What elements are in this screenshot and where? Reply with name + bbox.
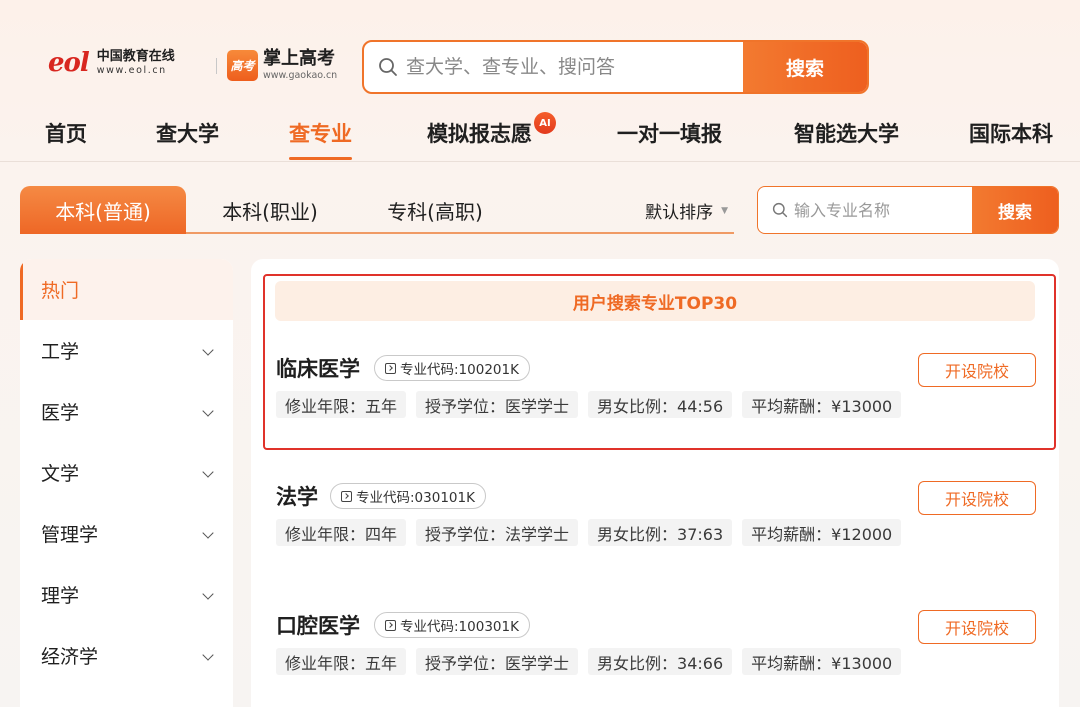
major-search: 搜索: [757, 186, 1059, 234]
major-code-pill: 专业代码:100301K: [374, 612, 530, 638]
major-tags: 修业年限：五年 授予学位：医学学士 男女比例：44:56 平均薪酬：¥13000: [276, 391, 902, 418]
category-sidebar: 热门 工学 医学 文学 管理学 理学 经济学: [20, 259, 233, 707]
main-nav: 首页 查大学 查专业 模拟报志愿 AI 一对一填报 智能选大学 国际本科: [0, 112, 1080, 162]
tag-duration: 修业年限：五年: [276, 391, 407, 418]
global-search: 搜索: [362, 40, 869, 94]
tag-salary: 平均薪酬：¥13000: [742, 391, 902, 418]
sidebar-item-economics[interactable]: 经济学: [20, 625, 233, 686]
sidebar-item-label: 文学: [41, 463, 80, 485]
major-card: 法学 专业代码:030101K 开设院校 修业年限：四年 授予学位：法学学士 男…: [276, 481, 1036, 556]
tag-duration: 修业年限：四年: [276, 519, 407, 546]
major-card: 临床医学 专业代码:100201K 开设院校 修业年限：五年 授予学位：医学学士…: [276, 353, 1036, 428]
major-code-pill: 专业代码:100201K: [374, 355, 530, 381]
tag-degree: 授予学位：法学学士: [416, 519, 579, 546]
nav-home[interactable]: 首页: [45, 118, 87, 148]
sidebar-item-label: 医学: [41, 402, 80, 424]
tab-undergraduate-general[interactable]: 本科(普通): [20, 186, 186, 234]
logo-divider: [216, 58, 217, 74]
major-code-pill: 专业代码:030101K: [330, 483, 486, 509]
chevron-down-icon: [202, 466, 214, 478]
major-name[interactable]: 口腔医学: [276, 610, 360, 640]
code-icon: [341, 490, 352, 502]
eol-logo-url: www.eol.cn: [96, 65, 167, 77]
chevron-down-icon: [202, 649, 214, 661]
sidebar-item-label: 理学: [41, 585, 80, 607]
tag-gender-ratio: 男女比例：44:56: [588, 391, 733, 418]
tag-duration: 修业年限：五年: [276, 648, 407, 675]
major-code: 专业代码:100201K: [400, 362, 519, 378]
eol-logo[interactable]: eol 中国教育在线 www.eol.cn: [48, 50, 175, 76]
tag-degree: 授予学位：医学学士: [416, 391, 579, 418]
global-search-input[interactable]: [406, 56, 736, 78]
search-icon: [379, 58, 397, 76]
nav-mock-application[interactable]: 模拟报志愿 AI: [427, 112, 556, 148]
eol-logo-name: 中国教育在线: [96, 49, 175, 65]
tag-salary: 平均薪酬：¥12000: [742, 519, 902, 546]
tag-gender-ratio: 男女比例：34:66: [588, 648, 733, 675]
chevron-down-icon: [202, 405, 214, 417]
major-tags: 修业年限：四年 授予学位：法学学士 男女比例：37:63 平均薪酬：¥12000: [276, 519, 902, 546]
nav-mock-application-label: 模拟报志愿: [427, 122, 532, 146]
chevron-down-icon: [202, 588, 214, 600]
nav-majors[interactable]: 查专业: [289, 118, 352, 160]
tab-undergraduate-vocational[interactable]: 本科(职业): [205, 186, 335, 234]
tag-degree: 授予学位：医学学士: [416, 648, 579, 675]
sidebar-item-science[interactable]: 理学: [20, 564, 233, 625]
open-schools-button[interactable]: 开设院校: [918, 610, 1036, 644]
sidebar-item-label: 工学: [41, 341, 80, 363]
major-card: 口腔医学 专业代码:100301K 开设院校 修业年限：五年 授予学位：医学学士…: [276, 610, 1036, 685]
open-schools-button[interactable]: 开设院校: [918, 481, 1036, 515]
global-search-button[interactable]: 搜索: [743, 42, 867, 92]
gaokao-logo-name: 掌上高考: [263, 48, 335, 70]
caret-down-icon: ▼: [721, 205, 728, 216]
major-code: 专业代码:030101K: [356, 490, 475, 506]
nav-international[interactable]: 国际本科: [969, 118, 1053, 148]
major-search-button[interactable]: 搜索: [972, 187, 1058, 233]
tag-salary: 平均薪酬：¥13000: [742, 648, 902, 675]
nav-smart-select[interactable]: 智能选大学: [794, 118, 899, 148]
gaokao-logo-icon: 高考: [227, 50, 258, 81]
gaokao-logo[interactable]: 高考 掌上高考 www.gaokao.cn: [227, 50, 337, 81]
nav-one-on-one[interactable]: 一对一填报: [617, 118, 722, 148]
ai-badge: AI: [534, 112, 556, 134]
open-schools-button[interactable]: 开设院校: [918, 353, 1036, 387]
chevron-down-icon: [202, 527, 214, 539]
nav-universities[interactable]: 查大学: [156, 118, 219, 148]
sidebar-item-literature[interactable]: 文学: [20, 442, 233, 503]
major-name[interactable]: 法学: [276, 481, 318, 511]
major-list-panel: 用户搜索专业TOP30 临床医学 专业代码:100201K 开设院校 修业年限：…: [251, 259, 1059, 707]
gaokao-logo-url: www.gaokao.cn: [263, 70, 338, 82]
major-search-input[interactable]: [794, 200, 964, 220]
code-icon: [385, 619, 396, 631]
major-name[interactable]: 临床医学: [276, 353, 360, 383]
sidebar-item-management[interactable]: 管理学: [20, 503, 233, 564]
chevron-down-icon: [202, 344, 214, 356]
sidebar-item-label: 经济学: [41, 646, 99, 668]
sort-label: 默认排序: [645, 203, 714, 223]
sidebar-item-medicine[interactable]: 医学: [20, 381, 233, 442]
sidebar-item-label: 热门: [41, 280, 80, 302]
sidebar-item-engineering[interactable]: 工学: [20, 320, 233, 381]
sidebar-item-hot[interactable]: 热门: [20, 259, 233, 320]
major-tags: 修业年限：五年 授予学位：医学学士 男女比例：34:66 平均薪酬：¥13000: [276, 648, 902, 675]
sort-dropdown[interactable]: 默认排序 ▼: [645, 198, 728, 223]
tag-gender-ratio: 男女比例：37:63: [588, 519, 733, 546]
code-icon: [385, 362, 396, 374]
degree-tabs: 本科(普通) 本科(职业) 专科(高职) 默认排序 ▼: [20, 186, 734, 234]
tab-junior-college[interactable]: 专科(高职): [370, 186, 500, 234]
eol-logo-mark: eol: [48, 48, 90, 78]
search-icon: [772, 202, 788, 218]
sidebar-item-label: 管理学: [41, 524, 99, 546]
major-code: 专业代码:100301K: [400, 619, 519, 635]
top30-banner: 用户搜索专业TOP30: [275, 281, 1035, 321]
